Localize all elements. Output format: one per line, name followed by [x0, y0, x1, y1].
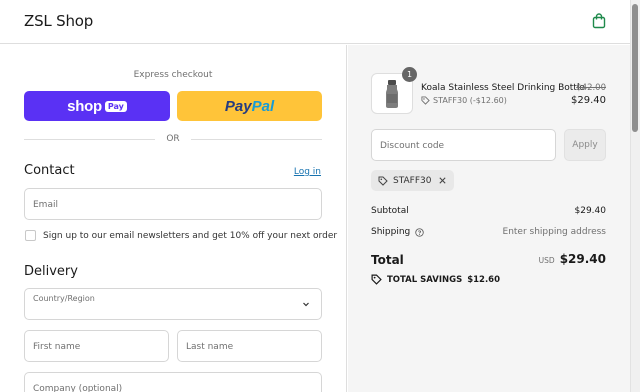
last-name-field[interactable]: Last name: [177, 330, 322, 362]
company-field[interactable]: Company (optional): [24, 372, 322, 392]
express-checkout-label: Express checkout: [133, 70, 213, 80]
tag-icon: [378, 176, 388, 186]
or-divider-label: OR: [166, 134, 180, 144]
quantity-badge: 1: [402, 67, 417, 82]
paypal-wordmark-pal: Pal: [251, 97, 275, 115]
login-link[interactable]: Log in: [294, 167, 321, 177]
currency-code: USD: [538, 256, 555, 265]
bottle-image: [386, 79, 398, 108]
email-placeholder: Email: [33, 200, 58, 210]
shipping-label: Shipping: [371, 227, 411, 237]
divider-right: [191, 139, 322, 140]
shopping-bag-icon: [592, 13, 606, 29]
delivery-heading: Delivery: [24, 264, 78, 279]
product-discount: STAFF30 (-$12.60): [421, 96, 507, 105]
total-value-group: USD $29.40: [539, 252, 606, 266]
contact-heading: Contact: [24, 163, 75, 178]
paypal-button[interactable]: Pay Pal: [177, 91, 322, 121]
applied-discount-chip: STAFF30: [371, 170, 455, 191]
total-value: $29.40: [559, 252, 606, 266]
subtotal-label: Subtotal: [371, 206, 409, 216]
tag-icon: [371, 274, 382, 285]
tag-icon: [421, 96, 430, 105]
help-icon[interactable]: [415, 227, 424, 237]
cart-button[interactable]: [590, 12, 608, 30]
discount-placeholder: Discount code: [380, 141, 445, 151]
shipping-row: Shipping: [371, 227, 424, 237]
product-name: Koala Stainless Steel Drinking Bottle: [421, 83, 585, 93]
total-savings: TOTAL SAVINGS $12.60: [371, 274, 500, 285]
subtotal-value: $29.40: [574, 206, 607, 216]
chevron-down-icon: [303, 302, 309, 307]
savings-value: $12.60: [467, 274, 501, 285]
header: ZSL Shop: [0, 0, 630, 44]
country-label: Country/Region: [33, 294, 95, 303]
close-icon[interactable]: [438, 176, 447, 185]
shipping-value: Enter shipping address: [502, 227, 606, 237]
applied-code-label: STAFF30: [393, 175, 432, 186]
scrollbar-thumb[interactable]: [632, 4, 638, 132]
shop-logo[interactable]: ZSL Shop: [24, 12, 93, 30]
company-placeholder: Company (optional): [33, 384, 123, 392]
first-name-field[interactable]: First name: [24, 330, 169, 362]
shop-pay-wordmark: shop: [67, 97, 102, 115]
total-label: Total: [371, 253, 404, 267]
paypal-wordmark-pay: Pay: [224, 97, 252, 115]
order-summary: 1 Koala Stainless Steel Drinking Bottle …: [348, 45, 630, 392]
divider-left: [24, 139, 155, 140]
last-name-placeholder: Last name: [186, 342, 234, 352]
newsletter-label: Sign up to our email newsletters and get…: [43, 231, 338, 241]
newsletter-checkbox[interactable]: [25, 230, 36, 241]
country-select[interactable]: Country/Region: [24, 288, 322, 320]
original-price: $42.00: [576, 83, 606, 93]
product-discount-label: STAFF30 (-$12.60): [433, 96, 507, 105]
savings-label: TOTAL SAVINGS: [387, 274, 463, 285]
discount-code-input[interactable]: Discount code: [371, 129, 556, 161]
discounted-price: $29.40: [571, 95, 606, 106]
first-name-placeholder: First name: [33, 342, 81, 352]
shop-pay-button[interactable]: shop Pay: [24, 91, 170, 121]
apply-discount-button[interactable]: Apply: [564, 129, 606, 161]
email-field[interactable]: Email: [24, 188, 322, 220]
checkout-form: Express checkout shop Pay Pay Pal OR Cont…: [0, 45, 347, 392]
shop-pay-badge: Pay: [104, 100, 127, 112]
